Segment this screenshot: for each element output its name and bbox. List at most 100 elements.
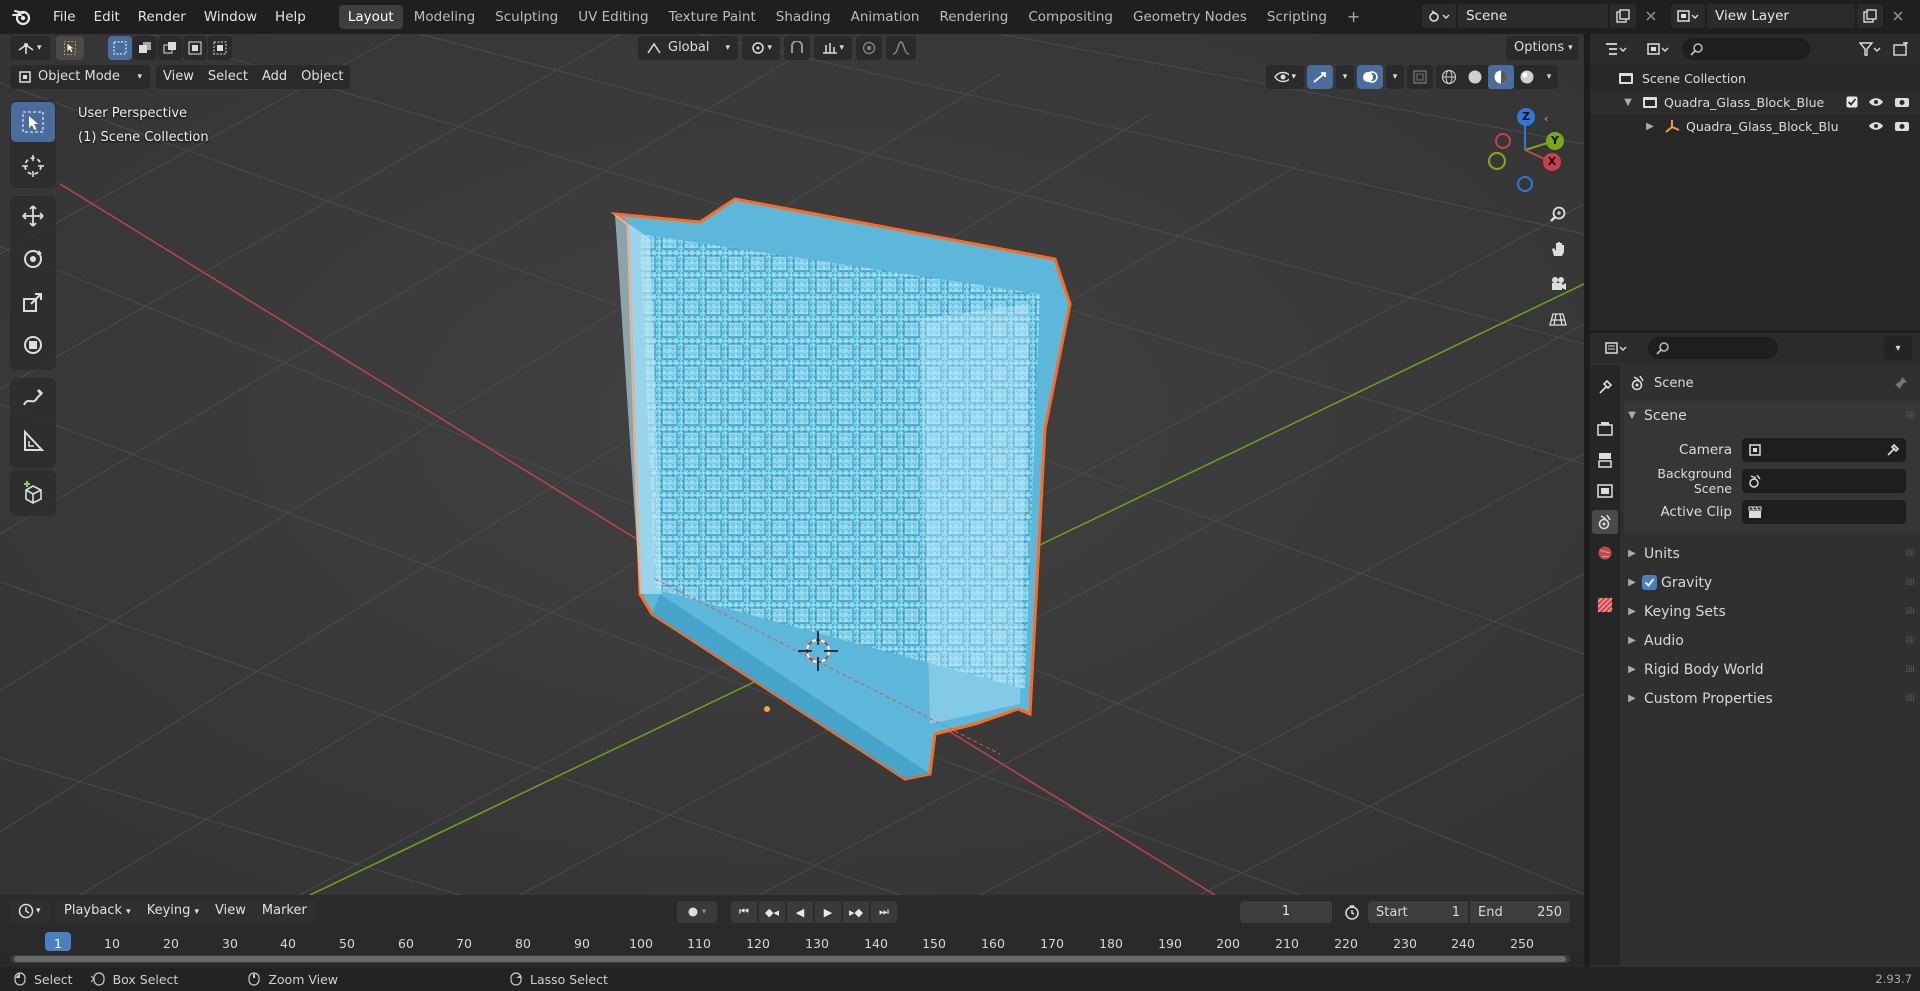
object-disable-render-icon[interactable] <box>1894 120 1910 132</box>
select-mode-intersect-icon[interactable] <box>208 36 232 60</box>
expand-collection-icon[interactable]: ▼ <box>1620 97 1636 108</box>
object-hide-in-viewport-icon[interactable] <box>1868 120 1884 132</box>
outliner-editor-type-icon[interactable] <box>1598 37 1634 61</box>
properties-options-dropdown-icon[interactable]: ▾ <box>1884 336 1912 360</box>
menu-help[interactable]: Help <box>266 0 315 34</box>
menu-edit[interactable]: Edit <box>85 0 129 34</box>
add-workspace-button[interactable]: + <box>1338 5 1369 29</box>
collapse-sidebar-icon[interactable]: ‹ <box>1544 112 1548 125</box>
section-rigid-body-header[interactable]: ▶ Rigid Body World ⁞⁞⁞⁞ <box>1624 655 1920 684</box>
select-mode-invert-icon[interactable] <box>183 36 207 60</box>
hide-in-viewport-icon[interactable] <box>1868 96 1884 108</box>
menu-file[interactable]: File <box>44 0 85 34</box>
camera-view-icon[interactable] <box>1543 269 1573 299</box>
gizmo-y-axis[interactable]: Y <box>1546 132 1564 150</box>
tool-scale-icon[interactable] <box>11 282 55 322</box>
section-custom-props-header[interactable]: ▶ Custom Properties ⁞⁞⁞⁞ <box>1624 684 1920 713</box>
gravity-checkbox[interactable] <box>1642 575 1657 590</box>
tab-layout[interactable]: Layout <box>338 5 403 29</box>
prev-keyframe-icon[interactable]: ◆◂ <box>759 901 785 923</box>
scene-browse-icon[interactable] <box>1422 4 1456 28</box>
orientation-dropdown[interactable]: Global ▾ <box>638 36 738 60</box>
auto-keying-button[interactable]: ▾ <box>677 901 717 923</box>
timeline-menu-keying[interactable]: Keying ▾ <box>139 899 207 923</box>
tab-tool-icon[interactable] <box>1592 375 1618 399</box>
scene-name-field[interactable]: Scene <box>1458 4 1608 28</box>
pin-icon[interactable] <box>1894 376 1908 390</box>
gizmo-toggle-icon[interactable] <box>1307 65 1333 89</box>
next-keyframe-icon[interactable]: ▸◆ <box>843 901 869 923</box>
properties-editor-type-icon[interactable] <box>1598 336 1634 360</box>
tool-annotate-icon[interactable] <box>11 378 55 418</box>
tab-render-icon[interactable] <box>1592 417 1618 441</box>
filter-icon[interactable] <box>1854 37 1886 61</box>
menu-window[interactable]: Window <box>195 0 266 34</box>
tab-sculpting[interactable]: Sculpting <box>486 5 567 29</box>
delete-view-layer-icon[interactable] <box>1885 4 1911 28</box>
visibility-icon[interactable]: ▾ <box>1266 65 1304 89</box>
drag-handle-keying-icon[interactable]: ⁞⁞⁞⁞ <box>1905 606 1915 617</box>
tab-compositing[interactable]: Compositing <box>1019 5 1122 29</box>
tab-scene-icon[interactable] <box>1592 510 1618 534</box>
current-frame-field[interactable]: 1 <box>1240 901 1332 923</box>
properties-search-field[interactable] <box>1648 337 1778 359</box>
jump-start-icon[interactable]: ⏮ <box>731 901 757 923</box>
camera-field[interactable] <box>1742 437 1906 462</box>
outliner-search-field[interactable] <box>1682 38 1810 60</box>
tab-shading[interactable]: Shading <box>767 5 840 29</box>
viewport-menu-object[interactable]: Object <box>294 65 350 89</box>
start-frame-field[interactable]: Start 1 <box>1368 901 1468 923</box>
gizmo-neg-x[interactable] <box>1495 133 1511 149</box>
timeline-scrollbar[interactable] <box>10 955 1570 963</box>
tab-view-layer-icon[interactable] <box>1592 479 1618 503</box>
tool-select-box-icon[interactable] <box>11 102 55 142</box>
gizmo-z-axis[interactable]: Z <box>1517 108 1535 126</box>
viewport-menu-view[interactable]: View <box>156 65 201 89</box>
tab-texture-paint[interactable]: Texture Paint <box>660 5 765 29</box>
section-gravity-header[interactable]: ▶ Gravity ⁞⁞⁞⁞ <box>1624 568 1920 597</box>
zoom-icon[interactable] <box>1543 199 1573 229</box>
view-layer-name-field[interactable]: View Layer <box>1707 4 1855 28</box>
outliner-display-mode-icon[interactable] <box>1640 37 1676 61</box>
disable-render-icon[interactable] <box>1894 96 1910 108</box>
tab-output-icon[interactable] <box>1592 448 1618 472</box>
outliner-row-scene-collection[interactable]: Scene Collection <box>1590 66 1920 90</box>
mode-dropdown[interactable]: Object Mode ▾ <box>10 65 150 89</box>
tab-uv-editing[interactable]: UV Editing <box>569 5 657 29</box>
drag-handle-audio-icon[interactable]: ⁞⁞⁞⁞ <box>1905 635 1915 646</box>
timeline-menu-marker[interactable]: Marker <box>254 899 315 923</box>
drag-handle-gravity-icon[interactable]: ⁞⁞⁞⁞ <box>1905 577 1915 588</box>
section-keying-sets-header[interactable]: ▶ Keying Sets ⁞⁞⁞⁞ <box>1624 597 1920 626</box>
select-mode-new-icon[interactable] <box>108 36 132 60</box>
gizmo-x-axis[interactable]: X <box>1543 153 1561 171</box>
tool-select-icon[interactable] <box>56 36 84 60</box>
drag-handle-custom-icon[interactable]: ⁞⁞⁞⁞ <box>1905 693 1915 704</box>
snap-icon[interactable] <box>784 36 810 60</box>
shading-dropdown-icon[interactable]: ▾ <box>1540 65 1558 89</box>
editor-type-icon[interactable]: ▾ <box>10 36 50 60</box>
new-scene-icon[interactable] <box>1610 4 1636 28</box>
tab-scripting[interactable]: Scripting <box>1258 5 1336 29</box>
falloff-icon[interactable] <box>886 36 916 60</box>
delete-scene-icon[interactable] <box>1638 4 1664 28</box>
section-audio-header[interactable]: ▶ Audio ⁞⁞⁞⁞ <box>1624 626 1920 655</box>
tab-texture-icon[interactable] <box>1592 593 1618 617</box>
gizmo-neg-y[interactable] <box>1487 151 1507 171</box>
perspective-toggle-icon[interactable] <box>1543 304 1573 334</box>
view-layer-browse-icon[interactable] <box>1671 4 1705 28</box>
tab-modeling[interactable]: Modeling <box>405 5 484 29</box>
viewport-3d[interactable] <box>0 34 1584 895</box>
use-preview-range-icon[interactable] <box>1340 901 1364 923</box>
pan-hand-icon[interactable] <box>1543 234 1573 264</box>
blender-logo-icon[interactable] <box>0 8 44 26</box>
tab-world-icon[interactable] <box>1592 541 1618 565</box>
section-units-header[interactable]: ▶ Units ⁞⁞⁞⁞ <box>1624 539 1920 568</box>
tool-cursor-icon[interactable] <box>11 146 55 186</box>
select-mode-extend-icon[interactable] <box>133 36 157 60</box>
timeline-menu-playback[interactable]: Playback ▾ <box>56 899 139 923</box>
gizmo-neg-z[interactable] <box>1517 176 1533 192</box>
drag-handle-rigid-icon[interactable]: ⁞⁞⁞⁞ <box>1905 664 1915 675</box>
play-icon[interactable]: ▶ <box>815 901 841 923</box>
tool-measure-icon[interactable] <box>11 421 55 461</box>
menu-render[interactable]: Render <box>129 0 195 34</box>
